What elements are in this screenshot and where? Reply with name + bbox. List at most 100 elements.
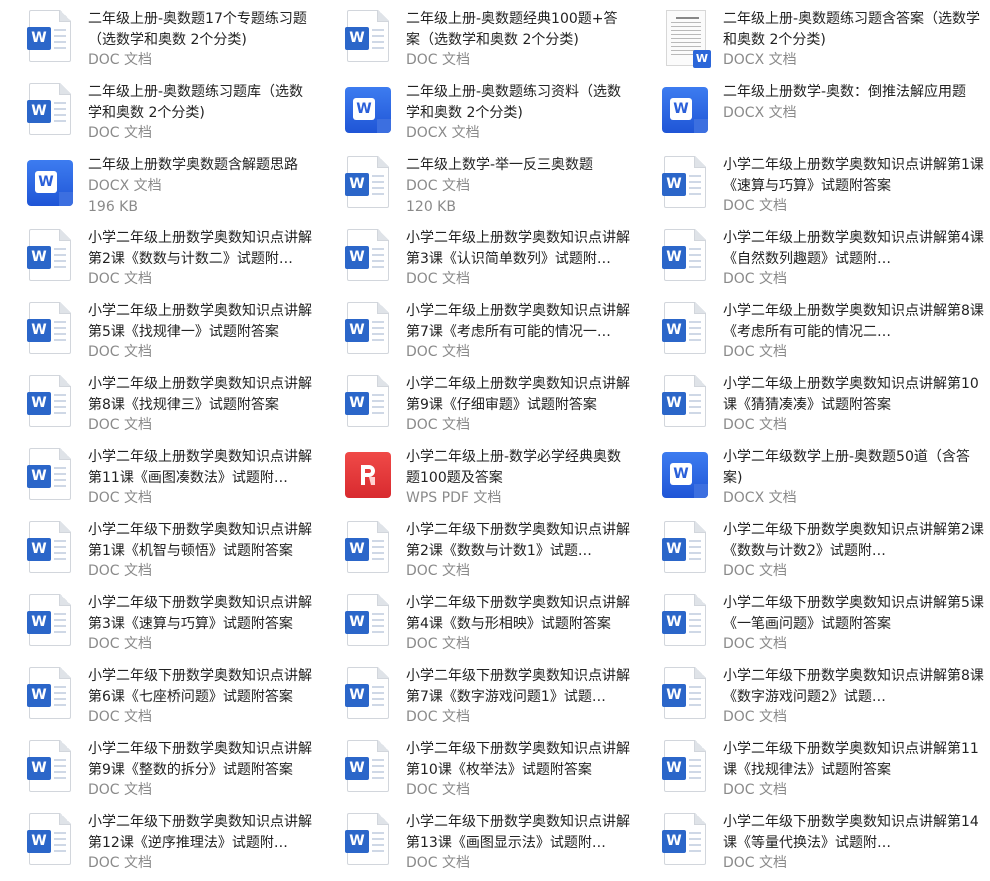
file-title: 小学二年级下册数学奥数知识点讲解第10课《枚举法》试题附答案 xyxy=(406,741,630,778)
file-title: 小学二年级上册数学奥数知识点讲解第11课《画图凑数法》试题附… xyxy=(88,449,312,486)
file-info: 小学二年级下册数学奥数知识点讲解第13课《画图显示法》试题附… DOC 文档 xyxy=(406,807,636,874)
file-item[interactable]: W 小学二年级上册数学奥数知识点讲解第5课《找规律一》试题附答案 DOC 文档 xyxy=(0,296,318,369)
file-item[interactable]: W 二年级上册数学-奥数：倒推法解应用题 DOCX 文档 xyxy=(636,77,990,150)
file-item[interactable]: W 二年级上数学-举一反三奥数题 DOC 文档 120 KB xyxy=(318,150,636,223)
word-doc-icon: W xyxy=(662,594,708,648)
file-type: DOC 文档 xyxy=(88,636,153,652)
file-item[interactable]: W 小学二年级上册数学奥数知识点讲解第9课《仔细审题》试题附答案 DOC 文档 xyxy=(318,369,636,442)
file-item[interactable]: W 小学二年级下册数学奥数知识点讲解第8课《数字游戏问题2》试题… DOC 文档 xyxy=(636,661,990,734)
word-doc-icon: W xyxy=(27,521,73,575)
word-doc-icon: W xyxy=(27,83,73,137)
file-item[interactable]: W 小学二年级下册数学奥数知识点讲解第6课《七座桥问题》试题附答案 DOC 文档 xyxy=(0,661,318,734)
file-size: 120 KB xyxy=(406,198,456,215)
word-doc-icon: W xyxy=(662,302,708,356)
file-title: 小学二年级上册数学奥数知识点讲解第2课《数数与计数二》试题附… xyxy=(88,230,312,267)
file-item[interactable]: 小学二年级上册-数学必学经典奥数题100题及答案 WPS PDF 文档 xyxy=(318,442,636,515)
file-item[interactable]: W 小学二年级上册数学奥数知识点讲解第8课《考虑所有可能的情况二… DOC 文档 xyxy=(636,296,990,369)
file-info: 小学二年级上册数学奥数知识点讲解第4课《自然数列趣题》试题附… DOC 文档 xyxy=(723,223,990,290)
file-type: DOC 文档 xyxy=(88,490,153,506)
file-type: DOC 文档 xyxy=(723,563,788,579)
file-info: 小学二年级上册数学奥数知识点讲解第5课《找规律一》试题附答案 DOC 文档 xyxy=(88,296,318,363)
file-info: 小学二年级上册-数学必学经典奥数题100题及答案 WPS PDF 文档 xyxy=(406,442,636,509)
file-item[interactable]: W 二年级上册-奥数题练习题含答案（选数学和奥数 2个分类) DOCX 文档 xyxy=(636,4,990,77)
file-type: DOCX 文档 xyxy=(723,104,797,121)
file-title: 二年级上册数学-奥数：倒推法解应用题 xyxy=(723,84,967,100)
wps-pdf-icon xyxy=(345,448,391,502)
word-doc-icon: W xyxy=(662,813,708,867)
file-type: DOC 文档 xyxy=(406,563,471,579)
file-item[interactable]: W 小学二年级上册数学奥数知识点讲解第3课《认识简单数列》试题附… DOC 文档 xyxy=(318,223,636,296)
file-item[interactable]: W 小学二年级数学上册-奥数题50道（含答案) DOCX 文档 xyxy=(636,442,990,515)
docx-thumbnail-icon: W xyxy=(662,10,711,68)
word-doc-icon: W xyxy=(345,229,391,283)
file-type: DOC 文档 xyxy=(88,855,153,871)
file-item[interactable]: W 小学二年级下册数学奥数知识点讲解第12课《逆序推理法》试题附… DOC 文档 xyxy=(0,807,318,880)
file-item[interactable]: W 小学二年级下册数学奥数知识点讲解第2课《数数与计数1》试题… DOC 文档 xyxy=(318,515,636,588)
file-title: 二年级上册-奥数题练习资料（选数学和奥数 2个分类) xyxy=(406,84,622,121)
word-doc-icon: W xyxy=(345,156,391,210)
file-type: DOC 文档 xyxy=(406,782,471,798)
file-item[interactable]: W 小学二年级下册数学奥数知识点讲解第4课《数与形相映》试题附答案 DOC 文档 xyxy=(318,588,636,661)
file-item[interactable]: W 小学二年级上册数学奥数知识点讲解第11课《画图凑数法》试题附… DOC 文档 xyxy=(0,442,318,515)
file-item[interactable]: W 小学二年级上册数学奥数知识点讲解第1课《速算与巧算》试题附答案 DOC 文档 xyxy=(636,150,990,223)
file-type: DOC 文档 xyxy=(723,636,788,652)
word-doc-icon: W xyxy=(27,813,73,867)
word-doc-icon: W xyxy=(27,594,73,648)
file-title: 小学二年级上册数学奥数知识点讲解第5课《找规律一》试题附答案 xyxy=(88,303,312,340)
file-item[interactable]: W 小学二年级上册数学奥数知识点讲解第2课《数数与计数二》试题附… DOC 文档 xyxy=(0,223,318,296)
file-type: DOC 文档 xyxy=(88,52,153,68)
file-item[interactable]: W 小学二年级下册数学奥数知识点讲解第5课《一笔画问题》试题附答案 DOC 文档 xyxy=(636,588,990,661)
file-title: 二年级上数学-举一反三奥数题 xyxy=(406,157,594,173)
file-item[interactable]: W 二年级上册数学奥数题含解题思路 DOCX 文档 196 KB xyxy=(0,150,318,223)
file-item[interactable]: W 小学二年级下册数学奥数知识点讲解第10课《枚举法》试题附答案 DOC 文档 xyxy=(318,734,636,807)
file-item[interactable]: W 小学二年级下册数学奥数知识点讲解第14课《等量代换法》试题附… DOC 文档 xyxy=(636,807,990,880)
file-title: 小学二年级下册数学奥数知识点讲解第12课《逆序推理法》试题附… xyxy=(88,814,312,851)
file-title: 小学二年级下册数学奥数知识点讲解第7课《数字游戏问题1》试题… xyxy=(406,668,630,705)
file-title: 小学二年级下册数学奥数知识点讲解第4课《数与形相映》试题附答案 xyxy=(406,595,630,632)
file-item[interactable]: W 小学二年级上册数学奥数知识点讲解第8课《找规律三》试题附答案 DOC 文档 xyxy=(0,369,318,442)
file-info: 小学二年级下册数学奥数知识点讲解第14课《等量代换法》试题附… DOC 文档 xyxy=(723,807,990,874)
file-item[interactable]: W 小学二年级下册数学奥数知识点讲解第11课《找规律法》试题附答案 DOC 文档 xyxy=(636,734,990,807)
file-type: WPS PDF 文档 xyxy=(406,490,502,506)
word-doc-icon: W xyxy=(27,740,73,794)
word-doc-icon: W xyxy=(27,302,73,356)
file-title: 小学二年级上册数学奥数知识点讲解第8课《找规律三》试题附答案 xyxy=(88,376,312,413)
file-item[interactable]: W 小学二年级上册数学奥数知识点讲解第4课《自然数列趣题》试题附… DOC 文档 xyxy=(636,223,990,296)
file-item[interactable]: W 小学二年级下册数学奥数知识点讲解第2课《数数与计数2》试题附… DOC 文档 xyxy=(636,515,990,588)
file-info: 二年级上册-奥数题17个专题练习题（选数学和奥数 2个分类) DOC 文档 xyxy=(88,4,318,71)
file-item[interactable]: W 小学二年级下册数学奥数知识点讲解第9课《整数的拆分》试题附答案 DOC 文档 xyxy=(0,734,318,807)
file-type: DOC 文档 xyxy=(406,417,471,433)
file-type: DOC 文档 xyxy=(88,271,153,287)
file-title: 小学二年级下册数学奥数知识点讲解第2课《数数与计数1》试题… xyxy=(406,522,630,559)
file-item[interactable]: W 小学二年级下册数学奥数知识点讲解第3课《速算与巧算》试题附答案 DOC 文档 xyxy=(0,588,318,661)
file-title: 小学二年级数学上册-奥数题50道（含答案) xyxy=(723,449,970,486)
file-item[interactable]: W 二年级上册-奥数题经典100题+答案（选数学和奥数 2个分类) DOC 文档 xyxy=(318,4,636,77)
file-title: 二年级上册-奥数题练习题含答案（选数学和奥数 2个分类) xyxy=(723,11,981,48)
file-title: 小学二年级上册数学奥数知识点讲解第10课《猜猜凑凑》试题附答案 xyxy=(723,376,979,413)
word-doc-icon: W xyxy=(345,10,391,64)
file-title: 小学二年级上册数学奥数知识点讲解第7课《考虑所有可能的情况一… xyxy=(406,303,630,340)
file-type: DOC 文档 xyxy=(88,563,153,579)
file-info: 二年级上册-奥数题练习资料（选数学和奥数 2个分类) DOCX 文档 xyxy=(406,77,636,144)
file-item[interactable]: W 小学二年级上册数学奥数知识点讲解第7课《考虑所有可能的情况一… DOC 文档 xyxy=(318,296,636,369)
file-type: DOC 文档 xyxy=(723,198,788,214)
file-info: 小学二年级下册数学奥数知识点讲解第1课《机智与顿悟》试题附答案 DOC 文档 xyxy=(88,515,318,582)
word-doc-icon: W xyxy=(345,667,391,721)
file-item[interactable]: W 小学二年级上册数学奥数知识点讲解第10课《猜猜凑凑》试题附答案 DOC 文档 xyxy=(636,369,990,442)
file-type: DOC 文档 xyxy=(723,271,788,287)
file-item[interactable]: W 二年级上册-奥数题练习题库（选数学和奥数 2个分类) DOC 文档 xyxy=(0,77,318,150)
file-item[interactable]: W 二年级上册-奥数题17个专题练习题（选数学和奥数 2个分类) DOC 文档 xyxy=(0,4,318,77)
file-item[interactable]: W 小学二年级下册数学奥数知识点讲解第1课《机智与顿悟》试题附答案 DOC 文档 xyxy=(0,515,318,588)
file-type: DOC 文档 xyxy=(88,709,153,725)
file-item[interactable]: W 小学二年级下册数学奥数知识点讲解第13课《画图显示法》试题附… DOC 文档 xyxy=(318,807,636,880)
file-info: 二年级上册-奥数题练习题库（选数学和奥数 2个分类) DOC 文档 xyxy=(88,77,318,144)
file-info: 二年级上册数学奥数题含解题思路 DOCX 文档 196 KB xyxy=(88,150,318,218)
file-info: 小学二年级上册数学奥数知识点讲解第9课《仔细审题》试题附答案 DOC 文档 xyxy=(406,369,636,436)
file-info: 小学二年级下册数学奥数知识点讲解第2课《数数与计数2》试题附… DOC 文档 xyxy=(723,515,990,582)
word-docx-icon: W xyxy=(27,156,73,210)
file-title: 小学二年级上册数学奥数知识点讲解第4课《自然数列趣题》试题附… xyxy=(723,230,984,267)
word-doc-icon: W xyxy=(27,229,73,283)
file-item[interactable]: W 二年级上册-奥数题练习资料（选数学和奥数 2个分类) DOCX 文档 xyxy=(318,77,636,150)
file-title: 小学二年级下册数学奥数知识点讲解第1课《机智与顿悟》试题附答案 xyxy=(88,522,312,559)
file-item[interactable]: W 小学二年级下册数学奥数知识点讲解第7课《数字游戏问题1》试题… DOC 文档 xyxy=(318,661,636,734)
